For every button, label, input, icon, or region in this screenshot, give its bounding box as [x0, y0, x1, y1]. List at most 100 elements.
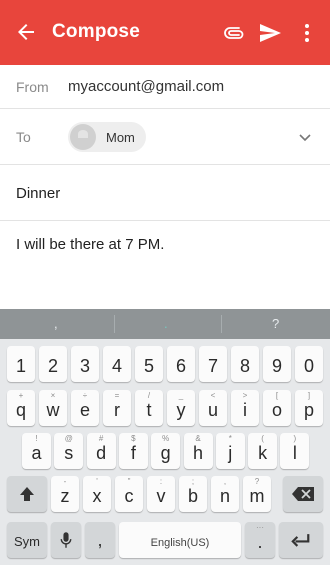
suggestion-item[interactable]: , [54, 316, 58, 331]
page-title: Compose [52, 21, 140, 42]
to-row[interactable]: To Mom [0, 109, 330, 165]
recipient-name: Mom [106, 130, 135, 145]
key-e[interactable]: ÷ e [71, 390, 99, 426]
key-1[interactable]: 1 [7, 346, 35, 382]
backspace-icon [292, 487, 314, 501]
key-label: 7 [207, 356, 218, 376]
key-0[interactable]: 0 [295, 346, 323, 382]
key-hint: ] [307, 391, 311, 400]
microphone-icon [60, 532, 72, 548]
key-label: y [176, 400, 186, 420]
key-label: s [64, 443, 74, 463]
key-hint: ) [293, 434, 297, 443]
key-hint: _ [178, 391, 184, 400]
key-z[interactable]: -z [51, 476, 79, 512]
key-label: 2 [47, 356, 58, 376]
key-label: 9 [271, 356, 282, 376]
period-key[interactable]: ··· . [245, 522, 275, 558]
suggestion-bar: , . ? [0, 309, 330, 339]
key-label: g [160, 443, 171, 463]
key-w[interactable]: × w [39, 390, 67, 426]
key-4[interactable]: 4 [103, 346, 131, 382]
key-label: 5 [143, 356, 154, 376]
key-hint: ! [35, 434, 38, 443]
key-hint: ; [191, 477, 195, 486]
key-hint: " [127, 477, 131, 486]
chevron-down-icon[interactable] [298, 133, 312, 143]
key-b[interactable]: ; b [179, 476, 207, 512]
key-v[interactable]: :v [147, 476, 175, 512]
key-6[interactable]: 6 [167, 346, 195, 382]
key-j[interactable]: * j [215, 433, 245, 469]
key-2[interactable]: 2 [39, 346, 67, 382]
paperclip-icon[interactable] [222, 22, 246, 44]
key-hint: , [223, 477, 227, 486]
more-vert-icon[interactable] [302, 21, 312, 45]
key-p[interactable]: ] p [295, 390, 323, 426]
space-key[interactable]: English(US) [119, 522, 241, 558]
key-h[interactable]: & h [183, 433, 213, 469]
on-screen-keyboard: , . ? 1 2 3 4 5 6 7 8 9 0 + q × w ÷ e = r / t _ y < u > i[o] p! a @ s… [0, 309, 330, 565]
key-o[interactable]: [o [263, 390, 291, 426]
key-n[interactable]: ,n [211, 476, 239, 512]
key-7[interactable]: 7 [199, 346, 227, 382]
from-account-value[interactable]: myaccount@gmail.com [68, 78, 224, 95]
send-icon[interactable] [258, 21, 282, 45]
message-body-field[interactable]: I will be there at 7 PM. [16, 236, 164, 253]
key-t[interactable]: / t [135, 390, 163, 426]
key-label: w [46, 400, 60, 420]
key-l[interactable]: ) l [280, 433, 310, 469]
key-hint: ? [254, 477, 260, 486]
key-9[interactable]: 9 [263, 346, 291, 382]
key-label: m [249, 486, 265, 506]
key-r[interactable]: = r [103, 390, 131, 426]
key-8[interactable]: 8 [231, 346, 259, 382]
key-label: j [228, 443, 233, 463]
subject-text: Dinner [16, 185, 61, 202]
key-hint: ' [96, 477, 98, 486]
key-d[interactable]: # d [86, 433, 116, 469]
app-bar: Compose [0, 0, 330, 65]
key-q[interactable]: + q [7, 390, 35, 426]
recipient-chip[interactable]: Mom [68, 122, 146, 152]
key-x[interactable]: ' x [83, 476, 111, 512]
back-arrow-icon[interactable] [14, 20, 38, 44]
enter-key[interactable] [279, 522, 323, 558]
key-y[interactable]: _ y [167, 390, 195, 426]
key-u[interactable]: < u [199, 390, 227, 426]
comma-key-label: , [97, 530, 103, 550]
key-hint: / [147, 391, 151, 400]
key-label: p [303, 400, 314, 420]
key-label: r [114, 400, 120, 420]
key-label: k [258, 443, 268, 463]
suggestion-item[interactable]: . [164, 316, 168, 331]
shift-key[interactable] [7, 476, 47, 512]
key-3[interactable]: 3 [71, 346, 99, 382]
key-label: i [243, 400, 247, 420]
key-5[interactable]: 5 [135, 346, 163, 382]
suggestion-item[interactable]: ? [272, 316, 279, 331]
sym-key[interactable]: Sym [7, 522, 47, 558]
comma-key[interactable]: , [85, 522, 115, 558]
key-c[interactable]: " c [115, 476, 143, 512]
key-label: b [187, 486, 198, 506]
key-hint: # [98, 434, 104, 443]
key-i[interactable]: > i [231, 390, 259, 426]
key-m[interactable]: ? m [243, 476, 271, 512]
key-k[interactable]: (k [248, 433, 278, 469]
from-row: From myaccount@gmail.com [0, 65, 330, 109]
backspace-key[interactable] [283, 476, 323, 512]
key-a[interactable]: ! a [22, 433, 51, 469]
key-hint: < [210, 391, 216, 400]
key-s[interactable]: @ s [54, 433, 84, 469]
key-hint: ÷ [82, 391, 88, 400]
voice-input-key[interactable] [51, 522, 81, 558]
subject-field[interactable]: Dinner [0, 165, 330, 221]
key-hint: : [159, 477, 163, 486]
key-hint: & [195, 434, 201, 443]
key-f[interactable]: $ f [118, 433, 148, 469]
key-label: 1 [15, 356, 26, 376]
key-g[interactable]: % g [151, 433, 181, 469]
period-key-label: . [257, 532, 263, 552]
key-label: 0 [303, 356, 314, 376]
